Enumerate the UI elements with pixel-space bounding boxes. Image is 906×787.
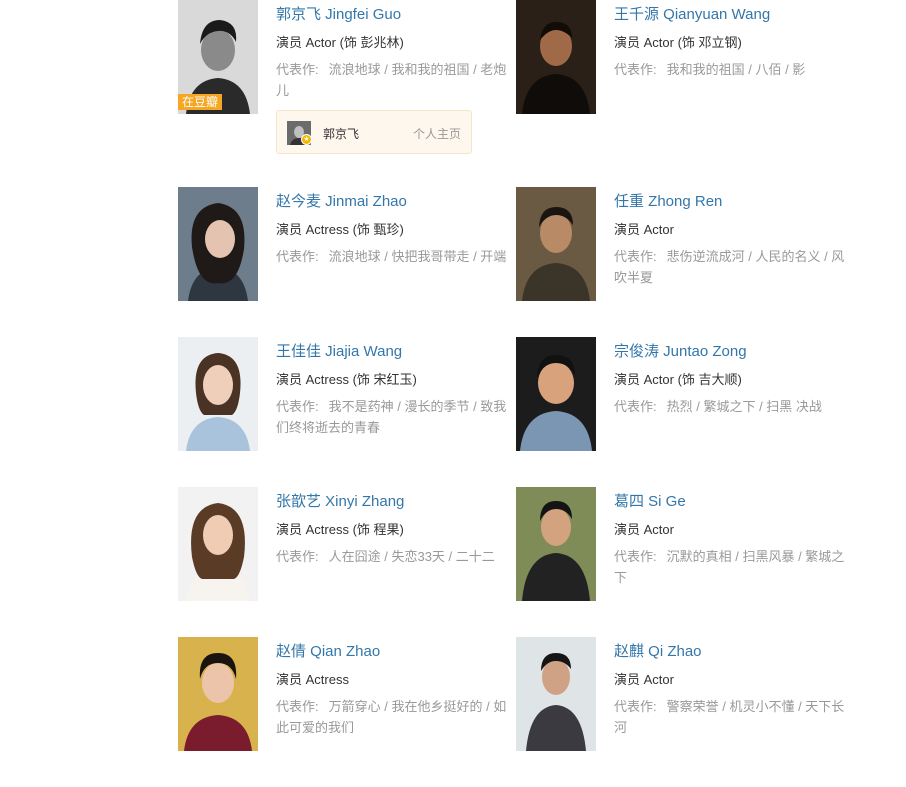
cast-card: 宗俊涛 Juntao Zong 演员 Actor (饰 吉大顺) 代表作: 热烈 … (516, 337, 856, 487)
works-label: 代表作: (276, 549, 319, 564)
actor-photo[interactable] (178, 337, 258, 451)
works-list: 热烈 / 繁城之下 / 扫黑 决战 (666, 399, 822, 414)
cast-card: 任重 Zhong Ren 演员 Actor 代表作: 悲伤逆流成河 / 人民的名义… (516, 187, 856, 337)
actor-role: 演员 Actress (饰 宋红玉) (276, 372, 417, 387)
actor-photo[interactable] (516, 187, 596, 301)
works-label: 代表作: (614, 399, 657, 414)
actor-role: 演员 Actor (614, 672, 674, 687)
works-label: 代表作: (276, 62, 319, 77)
works-list: 我和我的祖国 / 八佰 / 影 (666, 62, 806, 77)
cast-card: 葛四 Si Ge 演员 Actor 代表作: 沉默的真相 / 扫黑风暴 / 繁城之… (516, 487, 856, 637)
representative-works: 代表作: 流浪地球 / 我和我的祖国 / 老炮儿 (276, 59, 514, 101)
cast-card: 张歆艺 Xinyi Zhang 演员 Actress (饰 程果) 代表作: 人在… (178, 487, 518, 637)
representative-works: 代表作: 人在囧途 / 失恋33天 / 二十二 (276, 546, 514, 567)
works-label: 代表作: (276, 249, 319, 264)
actor-role: 演员 Actress (饰 甄珍) (276, 222, 404, 237)
works-label: 代表作: (614, 62, 657, 77)
actor-role: 演员 Actor (饰 吉大顺) (614, 372, 742, 387)
actor-name[interactable]: 赵今麦 Jinmai Zhao (276, 192, 514, 212)
actor-name[interactable]: 宗俊涛 Juntao Zong (614, 342, 852, 362)
actor-role: 演员 Actor (饰 邓立钢) (614, 35, 742, 50)
works-list: 人在囧途 / 失恋33天 / 二十二 (328, 549, 495, 564)
actor-role: 演员 Actor (614, 522, 674, 537)
actor-name[interactable]: 王佳佳 Jiajia Wang (276, 342, 514, 362)
personal-homepage-link[interactable]: 个人主页 (413, 125, 461, 142)
profile-name: 郭京飞 (323, 127, 360, 141)
actor-role: 演员 Actor (饰 彭兆林) (276, 35, 404, 50)
personal-homepage-card[interactable]: ★ 郭京飞 个人主页 (276, 110, 472, 154)
actor-name[interactable]: 葛四 Si Ge (614, 492, 852, 512)
works-list: 流浪地球 / 快把我哥带走 / 开端 (328, 249, 507, 264)
representative-works: 代表作: 沉默的真相 / 扫黑风暴 / 繁城之下 (614, 546, 852, 588)
cast-card: 赵倩 Qian Zhao 演员 Actress 代表作: 万箭穿心 / 我在他乡挺… (178, 637, 518, 787)
representative-works: 代表作: 我和我的祖国 / 八佰 / 影 (614, 59, 852, 80)
cast-card: 赵麒 Qi Zhao 演员 Actor 代表作: 警察荣誉 / 机灵小不懂 / 天… (516, 637, 856, 787)
works-label: 代表作: (614, 699, 657, 714)
actor-role: 演员 Actress (276, 672, 349, 687)
cast-card: 王佳佳 Jiajia Wang 演员 Actress (饰 宋红玉) 代表作: 我… (178, 337, 518, 487)
star-badge-icon: ★ (301, 134, 312, 145)
actor-photo[interactable] (516, 487, 596, 601)
actor-photo[interactable] (516, 637, 596, 751)
actor-photo[interactable]: 在豆瓣 (178, 0, 258, 114)
actor-name[interactable]: 郭京飞 Jingfei Guo (276, 5, 514, 25)
works-label: 代表作: (276, 399, 319, 414)
actor-role: 演员 Actor (614, 222, 674, 237)
actor-role: 演员 Actress (饰 程果) (276, 522, 404, 537)
representative-works: 代表作: 热烈 / 繁城之下 / 扫黑 决战 (614, 396, 852, 417)
actor-name[interactable]: 王千源 Qianyuan Wang (614, 5, 852, 25)
representative-works: 代表作: 流浪地球 / 快把我哥带走 / 开端 (276, 246, 514, 267)
representative-works: 代表作: 警察荣誉 / 机灵小不懂 / 天下长河 (614, 696, 852, 738)
actor-name[interactable]: 赵麒 Qi Zhao (614, 642, 852, 662)
representative-works: 代表作: 我不是药神 / 漫长的季节 / 致我们终将逝去的青春 (276, 396, 514, 438)
actor-photo[interactable] (516, 0, 596, 114)
actor-photo[interactable] (178, 487, 258, 601)
cast-card: 王千源 Qianyuan Wang 演员 Actor (饰 邓立钢) 代表作: 我… (516, 0, 856, 150)
actor-name[interactable]: 任重 Zhong Ren (614, 192, 852, 212)
actor-name[interactable]: 赵倩 Qian Zhao (276, 642, 514, 662)
actor-name[interactable]: 张歆艺 Xinyi Zhang (276, 492, 514, 512)
cast-card: 赵今麦 Jinmai Zhao 演员 Actress (饰 甄珍) 代表作: 流浪… (178, 187, 518, 337)
works-label: 代表作: (276, 699, 319, 714)
works-label: 代表作: (614, 549, 657, 564)
actor-photo[interactable] (178, 637, 258, 751)
works-label: 代表作: (614, 249, 657, 264)
representative-works: 代表作: 悲伤逆流成河 / 人民的名义 / 风吹半夏 (614, 246, 852, 288)
actor-photo[interactable] (516, 337, 596, 451)
douban-tag[interactable]: 在豆瓣 (178, 94, 223, 110)
representative-works: 代表作: 万箭穿心 / 我在他乡挺好的 / 如此可爱的我们 (276, 696, 514, 738)
actor-photo[interactable] (178, 187, 258, 301)
